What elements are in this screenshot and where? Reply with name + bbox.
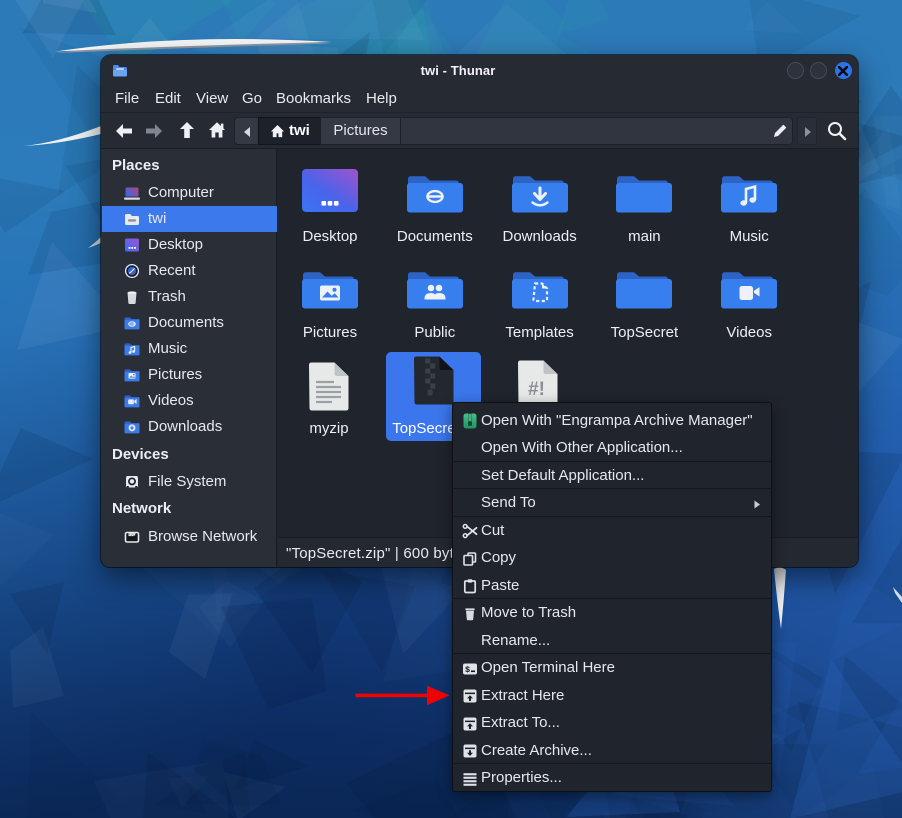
svg-text:#!: #! <box>528 379 545 400</box>
svg-text:$: $ <box>465 665 470 675</box>
